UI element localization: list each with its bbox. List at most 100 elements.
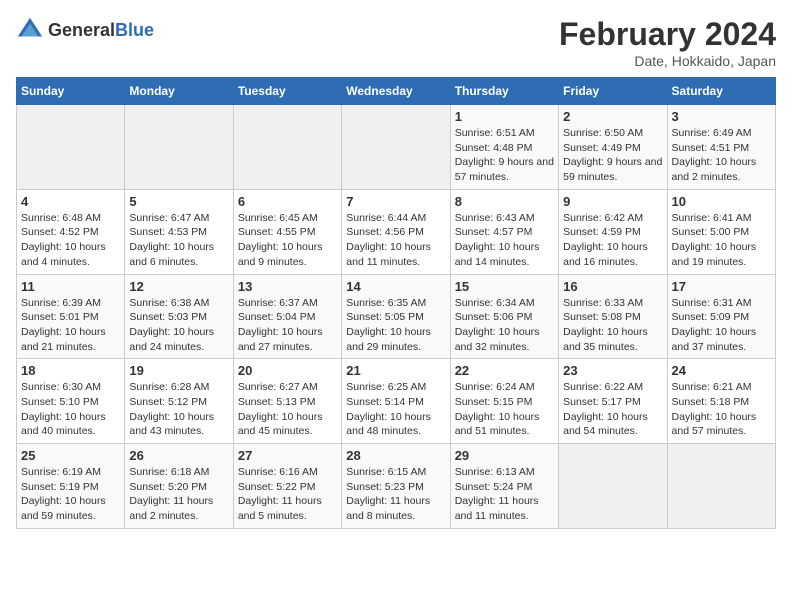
calendar-cell: 7 Sunrise: 6:44 AMSunset: 4:56 PMDaylight… [342, 189, 450, 274]
day-number: 2 [563, 109, 662, 124]
day-info: Sunrise: 6:42 AMSunset: 4:59 PMDaylight:… [563, 211, 662, 270]
calendar-cell: 14 Sunrise: 6:35 AMSunset: 5:05 PMDayligh… [342, 274, 450, 359]
weekday-header-thursday: Thursday [450, 78, 558, 105]
calendar-cell: 5 Sunrise: 6:47 AMSunset: 4:53 PMDaylight… [125, 189, 233, 274]
calendar-cell: 23 Sunrise: 6:22 AMSunset: 5:17 PMDayligh… [559, 359, 667, 444]
calendar-week-3: 11 Sunrise: 6:39 AMSunset: 5:01 PMDayligh… [17, 274, 776, 359]
day-info: Sunrise: 6:45 AMSunset: 4:55 PMDaylight:… [238, 211, 337, 270]
calendar-title: February 2024 [559, 16, 776, 53]
weekday-header-sunday: Sunday [17, 78, 125, 105]
weekday-header-tuesday: Tuesday [233, 78, 341, 105]
day-info: Sunrise: 6:15 AMSunset: 5:23 PMDaylight:… [346, 465, 445, 524]
day-number: 8 [455, 194, 554, 209]
page-header: GeneralBlue February 2024 Date, Hokkaido… [16, 16, 776, 69]
weekday-header-wednesday: Wednesday [342, 78, 450, 105]
day-info: Sunrise: 6:13 AMSunset: 5:24 PMDaylight:… [455, 465, 554, 524]
day-info: Sunrise: 6:16 AMSunset: 5:22 PMDaylight:… [238, 465, 337, 524]
day-number: 4 [21, 194, 120, 209]
day-number: 23 [563, 363, 662, 378]
calendar-cell: 11 Sunrise: 6:39 AMSunset: 5:01 PMDayligh… [17, 274, 125, 359]
logo-blue-text: Blue [115, 20, 154, 40]
day-info: Sunrise: 6:21 AMSunset: 5:18 PMDaylight:… [672, 380, 771, 439]
day-info: Sunrise: 6:30 AMSunset: 5:10 PMDaylight:… [21, 380, 120, 439]
logo-icon [16, 16, 44, 44]
calendar-cell [667, 444, 775, 529]
day-info: Sunrise: 6:51 AMSunset: 4:48 PMDaylight:… [455, 126, 554, 185]
calendar-cell [125, 105, 233, 190]
day-info: Sunrise: 6:38 AMSunset: 5:03 PMDaylight:… [129, 296, 228, 355]
calendar-cell [342, 105, 450, 190]
calendar-cell [233, 105, 341, 190]
day-number: 27 [238, 448, 337, 463]
calendar-header: SundayMondayTuesdayWednesdayThursdayFrid… [17, 78, 776, 105]
day-info: Sunrise: 6:19 AMSunset: 5:19 PMDaylight:… [21, 465, 120, 524]
calendar-week-2: 4 Sunrise: 6:48 AMSunset: 4:52 PMDaylight… [17, 189, 776, 274]
calendar-cell: 6 Sunrise: 6:45 AMSunset: 4:55 PMDaylight… [233, 189, 341, 274]
day-info: Sunrise: 6:27 AMSunset: 5:13 PMDaylight:… [238, 380, 337, 439]
day-info: Sunrise: 6:24 AMSunset: 5:15 PMDaylight:… [455, 380, 554, 439]
calendar-cell: 12 Sunrise: 6:38 AMSunset: 5:03 PMDayligh… [125, 274, 233, 359]
weekday-header-friday: Friday [559, 78, 667, 105]
calendar-cell [559, 444, 667, 529]
calendar-week-5: 25 Sunrise: 6:19 AMSunset: 5:19 PMDayligh… [17, 444, 776, 529]
calendar-cell: 24 Sunrise: 6:21 AMSunset: 5:18 PMDayligh… [667, 359, 775, 444]
day-number: 28 [346, 448, 445, 463]
calendar-cell: 28 Sunrise: 6:15 AMSunset: 5:23 PMDayligh… [342, 444, 450, 529]
calendar-cell: 22Sunrise: 6:24 AMSunset: 5:15 PMDayligh… [450, 359, 558, 444]
calendar-cell: 19Sunrise: 6:28 AMSunset: 5:12 PMDayligh… [125, 359, 233, 444]
calendar-cell: 16 Sunrise: 6:33 AMSunset: 5:08 PMDayligh… [559, 274, 667, 359]
day-number: 1 [455, 109, 554, 124]
calendar-cell: 4 Sunrise: 6:48 AMSunset: 4:52 PMDaylight… [17, 189, 125, 274]
calendar-cell: 2Sunrise: 6:50 AMSunset: 4:49 PMDaylight… [559, 105, 667, 190]
day-number: 10 [672, 194, 771, 209]
calendar-cell: 20 Sunrise: 6:27 AMSunset: 5:13 PMDayligh… [233, 359, 341, 444]
calendar-table: SundayMondayTuesdayWednesdayThursdayFrid… [16, 77, 776, 529]
day-number: 11 [21, 279, 120, 294]
day-info: Sunrise: 6:43 AMSunset: 4:57 PMDaylight:… [455, 211, 554, 270]
day-number: 15 [455, 279, 554, 294]
day-number: 14 [346, 279, 445, 294]
day-info: Sunrise: 6:48 AMSunset: 4:52 PMDaylight:… [21, 211, 120, 270]
day-number: 7 [346, 194, 445, 209]
day-info: Sunrise: 6:31 AMSunset: 5:09 PMDaylight:… [672, 296, 771, 355]
calendar-cell: 21 Sunrise: 6:25 AMSunset: 5:14 PMDayligh… [342, 359, 450, 444]
day-info: Sunrise: 6:25 AMSunset: 5:14 PMDaylight:… [346, 380, 445, 439]
day-number: 3 [672, 109, 771, 124]
day-number: 25 [21, 448, 120, 463]
day-info: Sunrise: 6:35 AMSunset: 5:05 PMDaylight:… [346, 296, 445, 355]
day-number: 6 [238, 194, 337, 209]
day-info: Sunrise: 6:47 AMSunset: 4:53 PMDaylight:… [129, 211, 228, 270]
day-number: 20 [238, 363, 337, 378]
day-number: 17 [672, 279, 771, 294]
calendar-cell: 27 Sunrise: 6:16 AMSunset: 5:22 PMDayligh… [233, 444, 341, 529]
day-number: 19 [129, 363, 228, 378]
calendar-cell: 1 Sunrise: 6:51 AMSunset: 4:48 PMDaylight… [450, 105, 558, 190]
calendar-cell: 15Sunrise: 6:34 AMSunset: 5:06 PMDayligh… [450, 274, 558, 359]
day-number: 26 [129, 448, 228, 463]
day-number: 13 [238, 279, 337, 294]
day-info: Sunrise: 6:33 AMSunset: 5:08 PMDaylight:… [563, 296, 662, 355]
day-info: Sunrise: 6:39 AMSunset: 5:01 PMDaylight:… [21, 296, 120, 355]
weekday-row: SundayMondayTuesdayWednesdayThursdayFrid… [17, 78, 776, 105]
day-number: 5 [129, 194, 228, 209]
day-info: Sunrise: 6:18 AMSunset: 5:20 PMDaylight:… [129, 465, 228, 524]
day-number: 16 [563, 279, 662, 294]
logo-general-text: General [48, 20, 115, 40]
title-area: February 2024 Date, Hokkaido, Japan [559, 16, 776, 69]
calendar-cell: 13 Sunrise: 6:37 AMSunset: 5:04 PMDayligh… [233, 274, 341, 359]
calendar-cell: 18Sunrise: 6:30 AMSunset: 5:10 PMDayligh… [17, 359, 125, 444]
day-number: 12 [129, 279, 228, 294]
calendar-cell: 17 Sunrise: 6:31 AMSunset: 5:09 PMDayligh… [667, 274, 775, 359]
calendar-cell: 9Sunrise: 6:42 AMSunset: 4:59 PMDaylight… [559, 189, 667, 274]
calendar-cell: 3Sunrise: 6:49 AMSunset: 4:51 PMDaylight… [667, 105, 775, 190]
day-info: Sunrise: 6:37 AMSunset: 5:04 PMDaylight:… [238, 296, 337, 355]
calendar-cell: 8 Sunrise: 6:43 AMSunset: 4:57 PMDaylight… [450, 189, 558, 274]
day-info: Sunrise: 6:41 AMSunset: 5:00 PMDaylight:… [672, 211, 771, 270]
day-number: 24 [672, 363, 771, 378]
weekday-header-monday: Monday [125, 78, 233, 105]
day-info: Sunrise: 6:22 AMSunset: 5:17 PMDaylight:… [563, 380, 662, 439]
calendar-cell [17, 105, 125, 190]
calendar-week-1: 1 Sunrise: 6:51 AMSunset: 4:48 PMDaylight… [17, 105, 776, 190]
day-number: 21 [346, 363, 445, 378]
day-info: Sunrise: 6:44 AMSunset: 4:56 PMDaylight:… [346, 211, 445, 270]
